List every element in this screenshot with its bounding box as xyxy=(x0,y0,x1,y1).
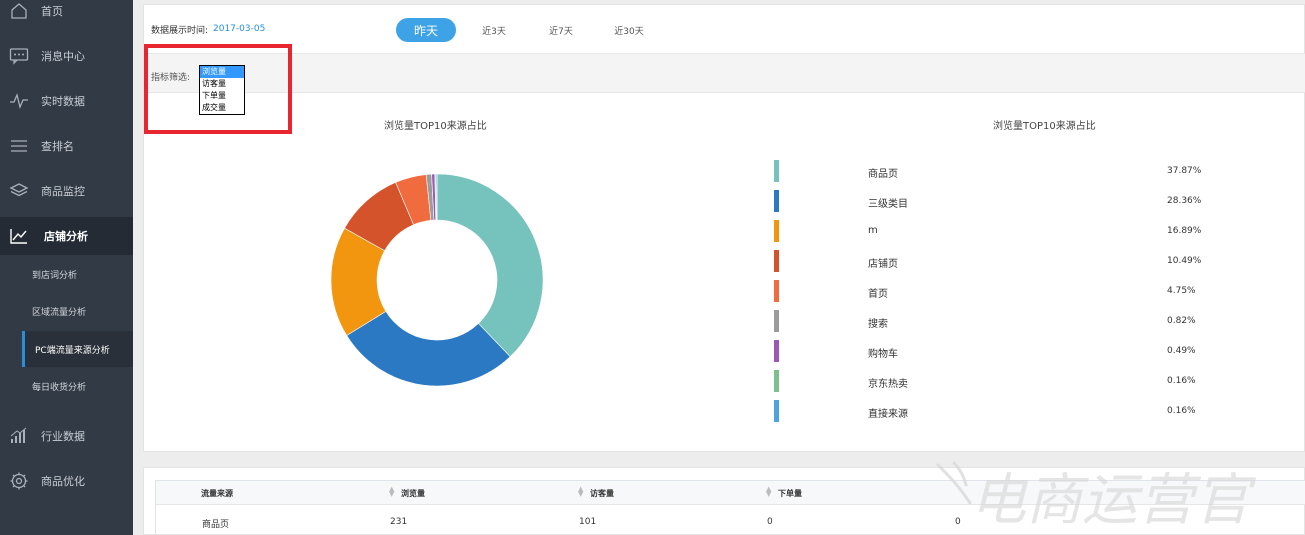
list-icon xyxy=(8,135,30,157)
legend-percentage: 0.16% xyxy=(1167,376,1196,386)
legend-label: 直接来源 xyxy=(868,409,908,420)
message-icon xyxy=(8,45,30,67)
watermark-logo: 电商运营官 xyxy=(930,455,1305,535)
legend-swatch xyxy=(774,220,779,242)
legend-item[interactable]: 三级类目 28.36% xyxy=(772,188,1212,218)
legend-label: 店铺页 xyxy=(868,259,898,270)
range-button-7days[interactable]: 近7天 xyxy=(541,18,581,42)
date-label: 数据展示时间: xyxy=(151,26,209,36)
sidebar-subitem-region-traffic[interactable]: 区域流量分析 xyxy=(0,293,133,329)
column-header-visitors[interactable]: 访客量 xyxy=(590,488,614,499)
sidebar-subitem-label: 到店词分析 xyxy=(32,270,78,281)
legend-label: 三级类目 xyxy=(868,199,908,210)
legend-percentage: 37.87% xyxy=(1167,166,1202,176)
legend-chart-title: 浏览量TOP10来源占比 xyxy=(993,121,1096,132)
sidebar-subitem-label: PC端流量来源分析 xyxy=(35,345,110,356)
legend-swatch xyxy=(774,370,779,392)
trend-icon xyxy=(8,225,30,247)
pulse-icon xyxy=(8,90,30,112)
range-button-30days[interactable]: 近30天 xyxy=(607,18,651,42)
sidebar-item-ranking[interactable]: 查排名 xyxy=(0,127,133,165)
donut-chart xyxy=(330,173,544,387)
date-value: 2017-03-05 xyxy=(213,24,266,34)
sidebar-item-label: 实时数据 xyxy=(41,95,85,108)
table-cell: 231 xyxy=(390,517,408,527)
legend-item[interactable]: 搜索 0.82% xyxy=(772,308,1212,338)
sidebar-subitem-label: 区域流量分析 xyxy=(32,307,87,318)
sidebar-item-product-optimize[interactable]: 商品优化 xyxy=(0,462,133,500)
legend-swatch xyxy=(774,160,779,182)
sort-icon[interactable]: ▲ ▼ xyxy=(578,486,583,498)
legend-percentage: 0.82% xyxy=(1167,316,1196,326)
legend-item[interactable]: 直接来源 0.16% xyxy=(772,398,1212,428)
legend-label: 商品页 xyxy=(868,169,898,180)
legend-swatch xyxy=(774,340,779,362)
legend-percentage: 4.75% xyxy=(1167,286,1196,296)
sidebar-item-home[interactable]: 首页 xyxy=(0,0,133,30)
sidebar: 首页 消息中心 实时数据 查排名 商品监控 店铺分析 到店词分析 区域流量分析 xyxy=(0,0,133,535)
column-header-orders[interactable]: 下单量 xyxy=(778,488,802,499)
legend-swatch xyxy=(774,190,779,212)
sidebar-subitem-keyword-analysis[interactable]: 到店词分析 xyxy=(0,256,133,292)
layers-icon xyxy=(8,180,30,202)
legend-percentage: 10.49% xyxy=(1167,256,1202,266)
svg-text:电商运营官: 电商运营官 xyxy=(970,468,1257,533)
donut-slice-9[interactable] xyxy=(435,173,438,221)
sidebar-item-label: 查排名 xyxy=(41,140,74,153)
legend-item[interactable]: 商品页 37.87% xyxy=(772,158,1212,188)
sort-icon[interactable]: ▲ ▼ xyxy=(766,486,771,498)
sidebar-subitem-pc-traffic-source[interactable]: PC端流量来源分析 xyxy=(22,331,133,367)
table-cell: 101 xyxy=(579,517,597,527)
date-range-bar: 数据展示时间: 2017-03-05 昨天 近3天 近7天 近30天 xyxy=(144,5,1305,53)
sidebar-item-industry-data[interactable]: 行业数据 xyxy=(0,417,133,455)
legend-percentage: 0.49% xyxy=(1167,346,1196,356)
sidebar-item-label: 店铺分析 xyxy=(44,230,88,243)
column-header-pageviews[interactable]: 浏览量 xyxy=(401,488,425,499)
legend-percentage: 16.89% xyxy=(1167,226,1202,236)
home-icon xyxy=(8,0,30,22)
sidebar-item-label: 商品优化 xyxy=(41,475,85,488)
range-button-3days[interactable]: 近3天 xyxy=(474,18,514,42)
sidebar-item-label: 首页 xyxy=(41,5,63,18)
bar-chart-icon xyxy=(8,425,30,447)
sidebar-item-product-monitor[interactable]: 商品监控 xyxy=(0,172,133,210)
legend-swatch xyxy=(774,400,779,422)
legend-item[interactable]: 购物车 0.49% xyxy=(772,338,1212,368)
legend-label: 首页 xyxy=(868,289,888,300)
donut-chart-svg xyxy=(330,173,544,387)
legend-item[interactable]: 京东热卖 0.16% xyxy=(772,368,1212,398)
range-button-yesterday[interactable]: 昨天 xyxy=(396,18,456,42)
sidebar-subitem-daily-receipt[interactable]: 每日收货分析 xyxy=(0,368,133,404)
legend-label: 购物车 xyxy=(868,349,898,360)
legend-swatch xyxy=(774,280,779,302)
legend-label: 京东热卖 xyxy=(868,379,908,390)
donut-chart-title: 浏览量TOP10来源占比 xyxy=(384,121,487,132)
legend-item[interactable]: 店铺页 10.49% xyxy=(772,248,1212,278)
legend-item[interactable]: m 16.89% xyxy=(772,218,1212,248)
metric-filter-bar: 指标筛选: 浏览量 访客量 下单量 成交量 xyxy=(144,53,1305,115)
column-header-source[interactable]: 流量来源 xyxy=(201,488,233,499)
annotation-highlight-box xyxy=(144,44,292,134)
sidebar-item-label: 行业数据 xyxy=(41,430,85,443)
legend-label: 搜索 xyxy=(868,319,888,330)
gear-icon xyxy=(8,470,30,492)
sidebar-item-label: 消息中心 xyxy=(41,50,85,63)
legend-percentage: 28.36% xyxy=(1167,196,1202,206)
sidebar-item-realtime[interactable]: 实时数据 xyxy=(0,82,133,120)
table-cell: 0 xyxy=(767,517,773,527)
sort-icon[interactable]: ▲ ▼ xyxy=(389,486,394,498)
legend-swatch xyxy=(774,250,779,272)
legend-label: m xyxy=(868,225,878,236)
legend-item[interactable]: 首页 4.75% xyxy=(772,278,1212,308)
table-cell: 商品页 xyxy=(202,520,230,530)
sidebar-item-label: 商品监控 xyxy=(41,185,85,198)
donut-slice-1[interactable] xyxy=(436,173,544,358)
sidebar-item-shop-analysis[interactable]: 店铺分析 xyxy=(0,217,133,255)
sidebar-item-messages[interactable]: 消息中心 xyxy=(0,37,133,75)
legend-percentage: 0.16% xyxy=(1167,406,1196,416)
legend-swatch xyxy=(774,310,779,332)
sidebar-subitem-label: 每日收货分析 xyxy=(32,382,87,393)
